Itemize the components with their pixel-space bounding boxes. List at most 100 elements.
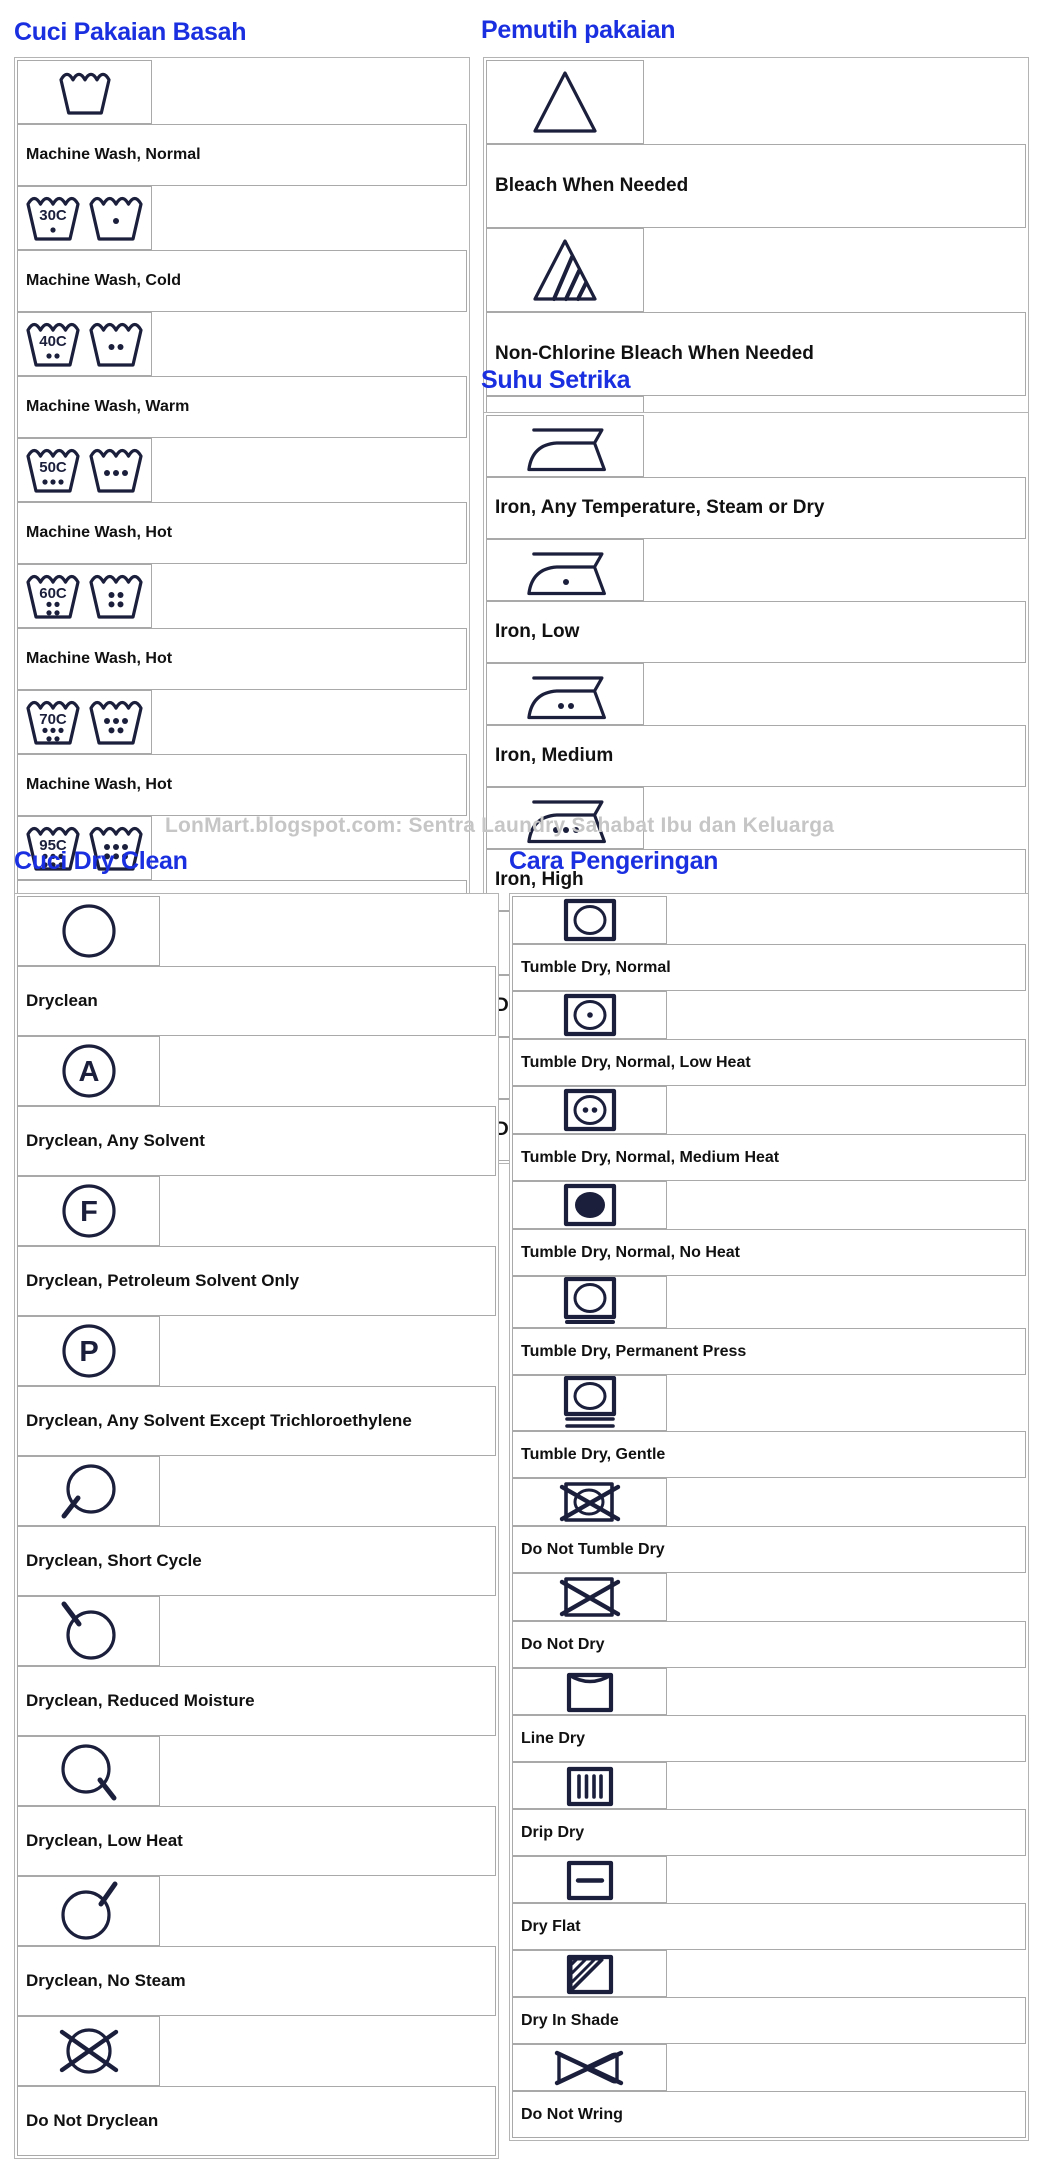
section-title-bleach: Pemutih pakaian [481,16,676,44]
care-label: Tumble Dry, Gentle [512,1431,1026,1478]
section-title-iron: Suhu Setrika [481,366,631,394]
table-row: Do Not Dryclean [17,2016,496,2156]
care-label: Tumble Dry, Normal [512,944,1026,991]
care-label: Machine Wash, Normal [17,124,467,186]
box-circle-filled-icon [512,1181,667,1229]
circle-plain-icon [17,896,160,966]
box-circle-dots-icon [512,991,667,1039]
table-row: 40C Machine Wash, Warm [17,312,467,438]
care-label: Bleach When Needed [486,144,1026,228]
circle-slash-tl-icon [17,1596,160,1666]
care-label: Dryclean, No Steam [17,1946,496,2016]
iron-dots-icon [486,539,644,601]
iron-dots-icon [486,663,644,725]
care-symbols-poster: Cuci Pakaian Basah Machine Wash, Normal 3… [0,0,1061,2159]
dryclean-table: Dryclean A Dryclean, Any Solvent F Dryclean,… [14,893,499,2159]
washtub-temp-pair-icon: 30C [17,186,152,250]
care-label: Dry Flat [512,1903,1026,1950]
table-row: P Dryclean, Any Solvent Except Trichloroe… [17,1316,496,1456]
table-row: Tumble Dry, Permanent Press [512,1276,1026,1375]
care-label: Machine Wash, Hot [17,754,467,816]
table-row: Bleach When Needed [486,60,1026,228]
svg-text:70C: 70C [39,711,67,728]
box-dry-flat-icon [512,1856,667,1903]
washtub-temp-pair-icon: 70C [17,690,152,754]
table-row: Tumble Dry, Normal [512,896,1026,991]
section-title-dryclean: Cuci Dry Clean [14,847,188,875]
table-row: Tumble Dry, Gentle [512,1375,1026,1478]
circle-crossed-icon [17,2016,160,2086]
section-title-wash: Cuci Pakaian Basah [14,18,247,46]
care-label: Dryclean, Any Solvent Except Trichloroet… [17,1386,496,1456]
care-label: Dryclean, Low Heat [17,1806,496,1876]
circle-letter-icon: P [17,1316,160,1386]
table-row: Do Not Wring [512,2044,1026,2138]
care-label: Dry In Shade [512,1997,1026,2044]
care-label: Do Not Dry [512,1621,1026,1668]
table-row: Do Not Dry [512,1573,1026,1668]
washtub-temp-pair-icon: 60C [17,564,152,628]
box-drip-dry-icon [512,1762,667,1809]
washtub-temp-pair-icon: 50C [17,438,152,502]
table-row: 60C Machine Wash, Hot [17,564,467,690]
care-label: Drip Dry [512,1809,1026,1856]
triangle-open-icon [486,60,644,144]
circle-letter-icon: A [17,1036,160,1106]
iron-plain-icon [486,415,644,477]
care-label: Iron, Any Temperature, Steam or Dry [486,477,1026,539]
table-row: F Dryclean, Petroleum Solvent Only [17,1176,496,1316]
table-row: Dry In Shade [512,1950,1026,2044]
care-label: Dryclean [17,966,496,1036]
care-label: Dryclean, Petroleum Solvent Only [17,1246,496,1316]
table-row: Tumble Dry, Normal, Medium Heat [512,1086,1026,1181]
care-label: Iron, Medium [486,725,1026,787]
box-circle-bar-2-icon [512,1375,667,1431]
care-label: Do Not Tumble Dry [512,1526,1026,1573]
care-label: Tumble Dry, Normal, No Heat [512,1229,1026,1276]
table-row: Dryclean, Low Heat [17,1736,496,1876]
table-row: Do Not Tumble Dry [512,1478,1026,1573]
box-circle-icon [512,896,667,944]
table-row: A Dryclean, Any Solvent [17,1036,496,1176]
table-row: Dryclean [17,896,496,1036]
svg-text:A: A [78,1056,99,1088]
care-label: Machine Wash, Hot [17,502,467,564]
care-label: Line Dry [512,1715,1026,1762]
table-row: Machine Wash, Normal [17,60,467,186]
svg-text:50C: 50C [39,459,67,476]
care-label: Tumble Dry, Normal, Medium Heat [512,1134,1026,1181]
circle-letter-icon: F [17,1176,160,1246]
table-row: Drip Dry [512,1762,1026,1856]
table-row: Dryclean, Reduced Moisture [17,1596,496,1736]
care-label: Do Not Wring [512,2091,1026,2138]
wring-crossed-icon [512,2044,667,2091]
svg-text:F: F [80,1196,98,1228]
table-row: Line Dry [512,1668,1026,1762]
table-row: 70C Machine Wash, Hot [17,690,467,816]
care-label: Dryclean, Reduced Moisture [17,1666,496,1736]
watermark-text: LonMart.blogspot.com: Sentra Laundry Sah… [165,814,835,837]
box-circle-dots-icon [512,1086,667,1134]
washtub-temp-pair-icon: 40C [17,312,152,376]
table-row: Iron, Any Temperature, Steam or Dry [486,415,1026,539]
table-row: Iron, Low [486,539,1026,663]
table-row: Dryclean, No Steam [17,1876,496,2016]
care-label: Machine Wash, Hot [17,628,467,690]
care-label: Iron, Low [486,601,1026,663]
box-crossed-icon [512,1573,667,1621]
svg-text:30C: 30C [39,207,67,224]
care-label: Tumble Dry, Normal, Low Heat [512,1039,1026,1086]
svg-text:P: P [79,1336,98,1368]
table-row: Tumble Dry, Normal, No Heat [512,1181,1026,1276]
svg-text:60C: 60C [39,585,67,602]
circle-slash-bl-icon [17,1456,160,1526]
care-label: Dryclean, Any Solvent [17,1106,496,1176]
table-row: 30C Machine Wash, Cold [17,186,467,312]
table-row: 50C Machine Wash, Hot [17,438,467,564]
table-row: Dryclean, Short Cycle [17,1456,496,1596]
drying-table: Tumble Dry, Normal Tumble Dry, Normal, Lo… [509,893,1029,2141]
box-circle-bar-1-icon [512,1276,667,1328]
section-title-drying: Cara Pengeringan [509,847,719,875]
box-circle-crossed-icon [512,1478,667,1526]
triangle-striped-icon [486,228,644,312]
